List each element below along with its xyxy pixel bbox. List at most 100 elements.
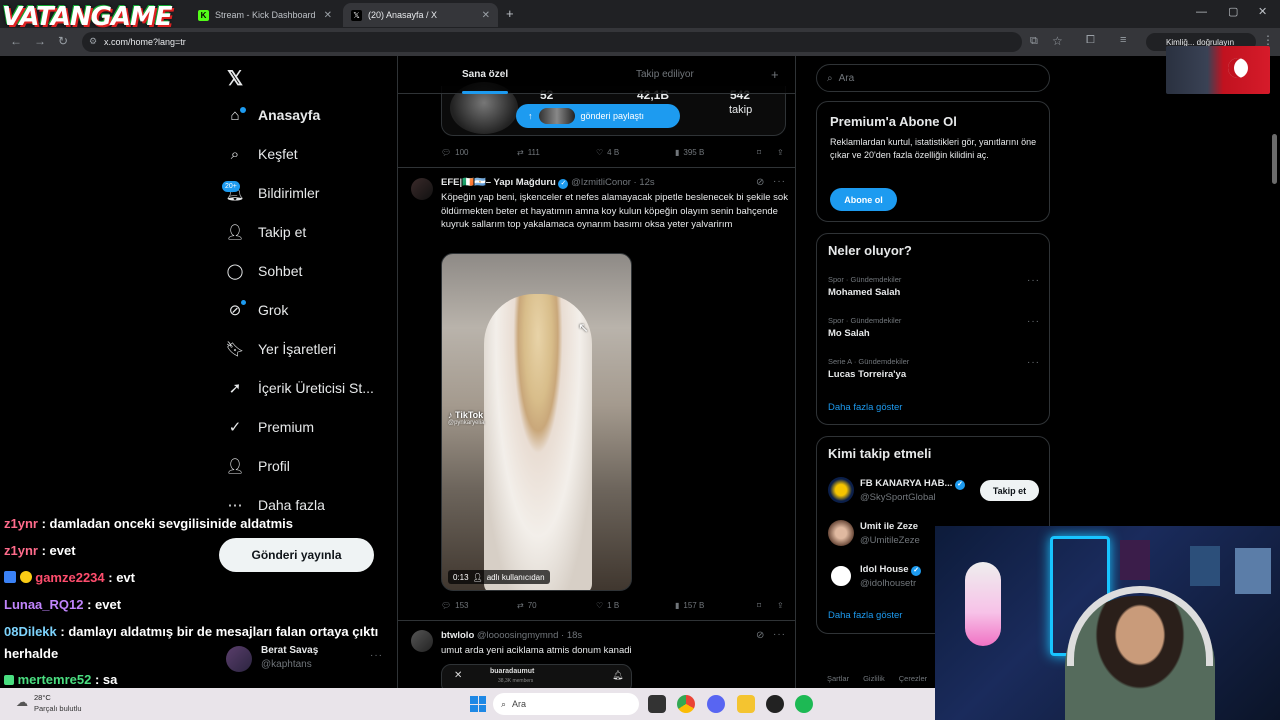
bookmark-icon[interactable]: ⌑ [757, 148, 777, 157]
url-field[interactable]: x.com/home?lang=tr [82, 32, 1022, 52]
post-time[interactable]: 18s [567, 630, 582, 641]
sidebar-item-more[interactable]: ⋯ Daha fazla [226, 496, 325, 514]
x-logo-icon[interactable]: 𝕏 [227, 66, 243, 91]
author-name[interactable]: EFE|🇮🇪🇦🇷– Yapı Mağduru [441, 177, 556, 188]
sidebar-item-creator-studio[interactable]: ➚ İçerik Üreticisi St... [226, 379, 374, 397]
more-icon[interactable]: ··· [1027, 316, 1040, 327]
embedded-image[interactable]: ✕ buaradaumut 38,3K members 🔔︎ [441, 664, 632, 688]
more-icon[interactable]: ··· [1027, 357, 1040, 368]
file-explorer-icon[interactable] [737, 695, 755, 713]
author-handle[interactable]: @IzmitliConor [571, 177, 631, 188]
video-player[interactable]: ♪ TikTok @pynkaryelia 0:13 👤︎ adlı kulla… [441, 253, 632, 591]
more-icon[interactable]: ··· [773, 176, 786, 187]
tab-for-you[interactable]: Sana özel [462, 69, 508, 94]
more-icon[interactable]: ··· [1027, 275, 1040, 286]
close-icon[interactable]: ✕ [324, 10, 332, 21]
close-window-button[interactable]: ✕ [1258, 5, 1267, 18]
sidebar-item-premium[interactable]: ✓ Premium [226, 418, 314, 436]
post-time[interactable]: 12s [639, 177, 654, 188]
reply-button[interactable]: 💬︎ 153 [441, 601, 517, 610]
like-button[interactable]: ♡ 1 B [596, 601, 675, 610]
sidebar-item-follow[interactable]: 👤︎ Takip et [225, 223, 306, 241]
close-icon[interactable]: ✕ [482, 10, 490, 21]
sidebar-item-grok[interactable]: ⊘ Grok [226, 301, 289, 319]
reply-button[interactable]: 💬︎ 100 [441, 148, 517, 157]
discord-icon[interactable] [707, 695, 725, 713]
install-icon[interactable]: ⧉ [1030, 35, 1038, 48]
minimize-button[interactable]: — [1196, 6, 1207, 18]
share-icon[interactable]: ⇪ [777, 148, 784, 157]
start-button[interactable] [470, 696, 486, 712]
taskbar-search[interactable]: ⌕ Ara [493, 693, 639, 715]
share-pill[interactable]: ↑ gönderi paylaştı [516, 104, 680, 128]
maximize-button[interactable]: ▢ [1228, 5, 1238, 18]
show-more-link[interactable]: Daha fazla göster [828, 610, 902, 621]
search-icon: ⌕ [501, 698, 507, 709]
chrome-icon[interactable] [677, 695, 695, 713]
tab-x[interactable]: 𝕏 (20) Anasayfa / X ✕ [343, 3, 498, 27]
spotify-icon[interactable] [795, 695, 813, 713]
repost-button[interactable]: ⇄ 70 [517, 601, 596, 610]
page-scrollbar[interactable] [1272, 134, 1277, 184]
crescent-icon [1228, 58, 1248, 78]
follow-suggestion[interactable]: FB KANARYA HAB... ✓ @SkySportGlobal Taki… [828, 477, 1040, 507]
new-tab-button[interactable]: + [506, 6, 514, 21]
trend-item[interactable]: Serie A · Gündemdekiler Lucas Torreira'y… [828, 357, 1040, 380]
more-icon[interactable]: ··· [773, 629, 786, 640]
video-overlay-bar: 0:13 👤︎ adlı kullanıcıdan [448, 570, 550, 584]
grok-icon[interactable]: ⊘ [756, 177, 764, 188]
back-icon[interactable]: ← [10, 34, 22, 48]
subscribe-button[interactable]: Abone ol [830, 188, 897, 211]
account-switcher[interactable]: Berat Savaş @kaphtans ··· [226, 644, 386, 674]
repost-icon: ⇄ [517, 148, 524, 157]
verified-icon: ✓ [911, 566, 922, 576]
task-view-icon[interactable] [648, 695, 666, 713]
media-icon[interactable]: ≡ [1120, 34, 1126, 46]
sidebar-item-profile[interactable]: 👤︎ Profil [225, 457, 289, 475]
post-button[interactable]: Gönderi yayınla [219, 538, 374, 572]
footer-link[interactable]: Gizlilik [863, 674, 885, 683]
arrow-up-icon: ↑ [528, 111, 533, 121]
views-button[interactable]: ▮ 157 B [675, 601, 757, 610]
extensions-icon[interactable]: ⧠ [1086, 34, 1095, 47]
views-button[interactable]: ▮ 395 B [675, 148, 757, 157]
watermark-logo: VATANGAME [2, 2, 173, 32]
avatar[interactable] [411, 178, 433, 200]
trend-item[interactable]: Spor · Gündemdekiler Mohamed Salah ··· [828, 275, 1040, 298]
poster [1190, 546, 1220, 586]
sidebar-item-bookmarks[interactable]: 🔖︎ Yer İşaretleri [225, 340, 336, 358]
forward-icon[interactable]: → [34, 34, 46, 48]
footer-link[interactable]: Çerezler [899, 674, 927, 683]
avatar [828, 477, 854, 503]
verified-icon: ✓ [558, 179, 569, 189]
footer-link[interactable]: Şartlar [827, 674, 849, 683]
search-input[interactable]: ⌕ Ara [816, 64, 1050, 92]
like-button[interactable]: ♡ 4 B [596, 148, 675, 157]
add-tab-icon[interactable]: + [771, 67, 779, 82]
sidebar-item-notifications[interactable]: 🔔︎ Bildirimler [225, 184, 319, 202]
show-more-link[interactable]: Daha fazla göster [828, 402, 902, 413]
sidebar-item-chat[interactable]: ◯ Sohbet [226, 262, 303, 280]
weather-widget[interactable]: ☁ 28°C Parçalı bulutlu [14, 692, 134, 716]
repost-icon: ⇄ [517, 601, 524, 610]
menu-icon[interactable]: ⋮ [1262, 33, 1274, 47]
avatar[interactable] [411, 630, 433, 652]
sidebar-item-explore[interactable]: ⌕ Keşfet [226, 145, 298, 163]
avatar [828, 563, 854, 589]
author-handle[interactable]: @loooosingmymnd [477, 630, 558, 641]
tab-kick[interactable]: K Stream - Kick Dashboard ✕ [190, 3, 340, 27]
share-icon[interactable]: ⇪ [777, 601, 784, 610]
reload-icon[interactable]: ↻ [58, 34, 68, 48]
obs-icon[interactable] [766, 695, 784, 713]
close-icon: ✕ [454, 670, 463, 681]
more-icon[interactable]: ··· [370, 650, 383, 661]
repost-button[interactable]: ⇄ 111 [517, 148, 596, 157]
follow-button[interactable]: Takip et [980, 480, 1039, 501]
site-info-icon[interactable]: ⚙ [89, 36, 97, 47]
tab-following[interactable]: Takip ediliyor [636, 69, 694, 80]
author-name[interactable]: btwlolo [441, 630, 474, 641]
grok-icon[interactable]: ⊘ [756, 630, 764, 641]
bookmark-star-icon[interactable]: ☆ [1052, 34, 1063, 48]
bookmark-icon[interactable]: ⌑ [757, 601, 777, 610]
trend-item[interactable]: Spor · Gündemdekiler Mo Salah ··· [828, 316, 1040, 339]
